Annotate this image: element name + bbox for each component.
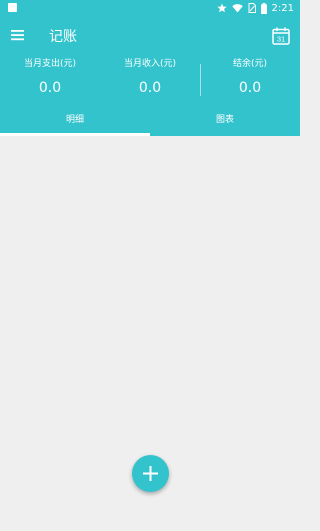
menu-icon[interactable] bbox=[10, 28, 26, 42]
battery-icon bbox=[260, 2, 267, 14]
monthly-summary: 当月支出(元) 0.0 当月收入(元) 0.0 结余(元) 0.0 bbox=[0, 58, 300, 102]
plus-icon bbox=[143, 466, 158, 481]
status-bar: 2:21 bbox=[0, 0, 300, 16]
calendar-icon[interactable]: 31 bbox=[271, 26, 291, 46]
income-stat: 当月收入(元) 0.0 bbox=[100, 58, 200, 97]
wifi-icon bbox=[231, 4, 243, 13]
income-value: 0.0 bbox=[138, 80, 162, 96]
star-icon bbox=[216, 3, 227, 13]
calendar-day: 31 bbox=[277, 35, 285, 44]
header: 2:21 记账 31 当月支出(元) 0.0 当月收入(元) 0.0 结余(元) bbox=[0, 0, 300, 136]
tab-bar: 明细 图表 bbox=[0, 110, 300, 136]
app-title: 记账 bbox=[49, 29, 77, 45]
balance-stat: 结余(元) 0.0 bbox=[200, 58, 300, 97]
add-record-button[interactable] bbox=[132, 455, 169, 492]
expense-stat: 当月支出(元) 0.0 bbox=[0, 58, 100, 97]
tab-charts-label: 图表 bbox=[215, 115, 234, 125]
toolbar: 记账 31 bbox=[0, 20, 300, 52]
balance-label: 结余(元) bbox=[232, 59, 268, 69]
expense-value: 0.0 bbox=[38, 80, 62, 96]
tab-details-label: 明细 bbox=[65, 115, 84, 125]
status-time: 2:21 bbox=[271, 2, 294, 14]
sim-icon bbox=[248, 3, 256, 13]
notification-square-icon bbox=[8, 3, 17, 12]
expense-label: 当月支出(元) bbox=[23, 59, 77, 69]
status-icons: 2:21 bbox=[216, 1, 294, 15]
income-label: 当月收入(元) bbox=[123, 59, 177, 69]
tab-charts[interactable]: 图表 bbox=[150, 110, 300, 136]
balance-value: 0.0 bbox=[238, 80, 262, 96]
